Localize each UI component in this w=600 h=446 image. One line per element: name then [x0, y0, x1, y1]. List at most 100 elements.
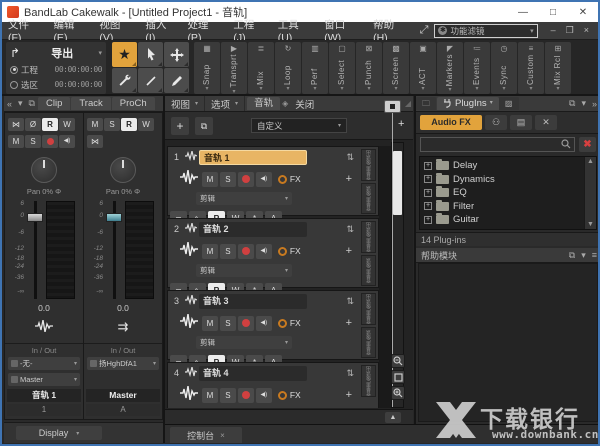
fader-cap[interactable]: [106, 213, 122, 222]
pan-knob[interactable]: [31, 157, 57, 183]
add-fx-button[interactable]: +: [346, 173, 352, 185]
workspace-dropdown[interactable]: 自定义▾: [251, 118, 347, 133]
close-pane-button[interactable]: 关闭: [290, 97, 319, 111]
split-tool-button[interactable]: [138, 68, 163, 93]
input-echo-button[interactable]: ◀): [256, 172, 272, 187]
display-button[interactable]: Display▾: [16, 426, 102, 440]
zoom-fit-button[interactable]: [391, 370, 405, 384]
edit-tool-button[interactable]: [112, 68, 137, 93]
edit-filter-dropdown[interactable]: 剪辑▾: [196, 192, 292, 205]
zoom-slider-handle[interactable]: [384, 100, 401, 113]
float-icon[interactable]: ⧉: [566, 98, 578, 109]
module-sync[interactable]: ◷Sync▾: [491, 42, 517, 94]
smart-tool-button[interactable]: ★: [112, 42, 137, 67]
add-fx-button[interactable]: +: [346, 317, 352, 329]
trim-button[interactable]: ⋈: [87, 135, 103, 148]
fx-rack[interactable]: FX: [278, 246, 344, 256]
float-icon[interactable]: ⧉: [566, 250, 578, 261]
module-mix-recall[interactable]: ⊞Mix Rcl▾: [545, 42, 571, 94]
add-track-button[interactable]: +: [171, 117, 189, 135]
tree-item-guitar[interactable]: +Guitar: [420, 213, 584, 227]
input-echo-button[interactable]: ◀): [59, 135, 75, 148]
track-name-field[interactable]: 音轨 1: [199, 150, 307, 165]
mute-button[interactable]: M: [202, 388, 218, 403]
collapse-icon[interactable]: «: [4, 99, 15, 109]
input-echo-button[interactable]: ◀): [256, 244, 272, 259]
maximize-button[interactable]: □: [538, 2, 568, 22]
scrollbar-thumb[interactable]: [393, 151, 402, 215]
solo-button[interactable]: S: [25, 135, 41, 148]
mute-button[interactable]: M: [202, 316, 218, 331]
module-performance[interactable]: ▥Perf▾: [302, 42, 328, 94]
zoom-in-icon[interactable]: +: [398, 118, 404, 130]
expand-arrows-icon[interactable]: ⤢: [414, 24, 435, 37]
lens-selector[interactable]: ✱ 功能滤镜 ▾: [434, 24, 537, 38]
scroll-up-icon[interactable]: ▲: [587, 158, 594, 165]
resize-grip-icon[interactable]: ◢: [405, 99, 413, 108]
mute-button[interactable]: M: [87, 118, 103, 131]
minimize-button[interactable]: —: [508, 2, 538, 22]
tab-media-folder-icon[interactable]: 🗀: [416, 97, 436, 110]
edit-filter-dropdown[interactable]: 剪辑▾: [196, 264, 292, 277]
view-menu[interactable]: 视图▾: [165, 96, 205, 111]
export-scope-project[interactable]: 工程 00:00:00:00: [10, 62, 102, 77]
chevron-down-icon[interactable]: ▾: [578, 250, 589, 261]
solo-button[interactable]: S: [220, 388, 236, 403]
read-automation-button[interactable]: R: [121, 118, 137, 131]
mdi-minimize-button[interactable]: –: [546, 25, 561, 36]
tab-notes-icon[interactable]: ▨: [499, 97, 519, 110]
module-custom[interactable]: ≡Custom▾: [518, 42, 544, 94]
trim-button[interactable]: ⋈: [8, 118, 24, 131]
add-fx-button[interactable]: +: [346, 389, 352, 401]
tab-plugins[interactable]: PlugIns▾: [437, 97, 499, 110]
tree-item-dynamics[interactable]: +Dynamics: [420, 173, 584, 187]
close-button[interactable]: ✕: [568, 2, 598, 22]
export-button[interactable]: ↱ 导出 ▾: [10, 44, 102, 62]
tab-proch[interactable]: ProCh: [112, 97, 155, 110]
write-automation-button[interactable]: W: [138, 118, 154, 131]
bus-name[interactable]: Master: [86, 389, 160, 402]
tree-item-filter[interactable]: +Filter: [420, 200, 584, 214]
options-menu[interactable]: 选项▾: [205, 96, 245, 111]
record-arm-button[interactable]: [238, 172, 254, 187]
chevron-down-icon[interactable]: ▾: [15, 98, 26, 109]
tab-tracks[interactable]: 音轨: [247, 97, 280, 110]
track-row-3[interactable]: 3 音轨 3 ⇅ M S ◀) FX + 剪辑▾ ≂ ∿: [167, 290, 379, 360]
module-loop[interactable]: ↻Loop▾: [275, 42, 301, 94]
mute-button[interactable]: M: [8, 135, 24, 148]
module-markers[interactable]: ◤Markers▾: [437, 42, 463, 94]
menu-icon[interactable]: ≡: [589, 250, 600, 260]
expand-icon[interactable]: ⇅: [346, 368, 354, 379]
scroll-down-icon[interactable]: ▼: [587, 221, 594, 228]
clear-search-button[interactable]: ✖: [579, 137, 596, 152]
output-dropdown[interactable]: 扬HghDfA1▾: [87, 357, 159, 370]
module-snap[interactable]: ▦Snap▾: [194, 42, 220, 94]
record-arm-button[interactable]: [238, 388, 254, 403]
zoom-in-button[interactable]: [391, 386, 405, 400]
float-icon[interactable]: ⧉: [26, 98, 38, 109]
chevron-down-icon[interactable]: ▾: [578, 98, 589, 109]
move-tool-button[interactable]: [164, 42, 189, 67]
clips-pane[interactable]: [379, 146, 391, 408]
edit-filter-dropdown[interactable]: 剪辑▾: [196, 336, 292, 349]
expand-plus-icon[interactable]: +: [424, 175, 432, 183]
select-tool-button[interactable]: [138, 42, 163, 67]
solo-button[interactable]: S: [220, 244, 236, 259]
expand-plus-icon[interactable]: +: [424, 216, 432, 224]
solo-button[interactable]: S: [104, 118, 120, 131]
track-row-4[interactable]: 4 音轨 4 ⇅ M S ◀) FX + 音量声像读出: [167, 362, 379, 408]
module-transport[interactable]: ▶Transprt▾: [221, 42, 247, 94]
track-row-2[interactable]: 2 音轨 2 ⇅ M S ◀) FX + 剪辑▾ ≂ ∿: [167, 218, 379, 288]
mute-button[interactable]: M: [202, 244, 218, 259]
tab-clip[interactable]: Clip: [38, 97, 70, 110]
expand-plus-icon[interactable]: +: [424, 189, 432, 197]
record-arm-button[interactable]: [238, 316, 254, 331]
record-arm-button[interactable]: [42, 135, 58, 148]
zoom-out-button[interactable]: [391, 354, 405, 368]
input-echo-button[interactable]: ◀): [256, 316, 272, 331]
fader-cap[interactable]: [27, 213, 43, 222]
tab-console[interactable]: 控制台×: [170, 427, 242, 443]
expand-icon[interactable]: ⇅: [346, 296, 354, 307]
expand-plus-icon[interactable]: +: [424, 162, 432, 170]
instruments-button[interactable]: ⚇: [485, 115, 507, 130]
